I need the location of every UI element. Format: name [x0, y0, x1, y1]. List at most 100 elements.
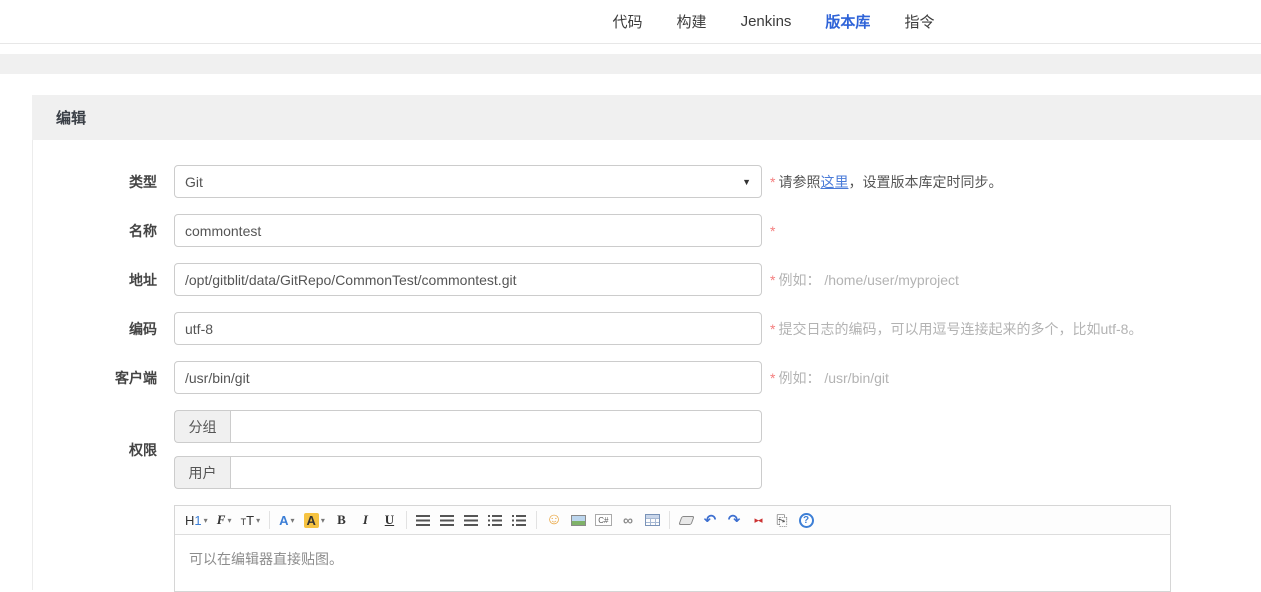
type-label: 类型	[129, 173, 157, 190]
type-hint-suffix: ，设置版本库定时同步。	[848, 173, 1003, 190]
client-label: 客户端	[115, 369, 157, 386]
form-row-permissions: 权限 分组 用户	[33, 410, 1261, 489]
toolbar-divider	[535, 511, 537, 529]
panel-title: 编辑	[56, 110, 87, 127]
toolbar-divider	[668, 511, 670, 529]
italic-button[interactable]: I	[358, 510, 373, 530]
group-input[interactable]	[230, 410, 762, 443]
heading-level: 1	[194, 512, 202, 528]
align-left-icon	[416, 514, 431, 526]
required-asterisk: *	[770, 369, 776, 386]
undo-icon: ↶	[703, 512, 717, 529]
nav-item-code[interactable]: 代码	[613, 11, 643, 32]
clipboard-icon: ⎘	[776, 511, 788, 528]
user-addon-label: 用户	[174, 456, 230, 489]
shrink-button[interactable]: ▸◂	[751, 510, 766, 530]
paste-button[interactable]: ⎘	[775, 510, 790, 530]
align-center-button[interactable]	[440, 510, 455, 530]
editor-toolbar: H 1 ▾ F ▾ TT ▾ A ▾ A ▾ B I U ☺ C# ∞ ↶ ↷ …	[175, 506, 1170, 535]
address-input[interactable]	[174, 263, 762, 296]
type-select[interactable]: Git ▼	[174, 165, 762, 198]
user-input-group: 用户	[174, 456, 762, 489]
address-label: 地址	[129, 271, 157, 288]
unordered-list-button[interactable]	[512, 510, 527, 530]
caret-down-icon: ▾	[290, 515, 295, 525]
insert-link-button[interactable]: ∞	[621, 510, 636, 530]
encoding-input[interactable]	[174, 312, 762, 345]
highlight-color-icon: A	[303, 512, 319, 528]
type-hint-link[interactable]: 这里	[820, 172, 848, 192]
align-center-icon	[440, 514, 455, 526]
text-color-button[interactable]: A ▾	[279, 510, 294, 530]
remove-format-button[interactable]	[677, 510, 695, 530]
type-hint: * 请参照 这里 ，设置版本库定时同步。	[770, 172, 1002, 192]
form-row-client: 客户端 * 例如： /usr/bin/git	[33, 361, 1261, 394]
address-hint-text: 例如： /home/user/myproject	[778, 271, 959, 288]
emoji-button[interactable]: ☺	[546, 510, 562, 530]
shrink-icon: ▸◂	[754, 514, 762, 525]
insert-image-button[interactable]	[571, 510, 587, 530]
type-hint-prefix: 请参照	[778, 173, 821, 190]
form-row-address: 地址 * 例如： /home/user/myproject	[33, 263, 1261, 296]
panel-header: 编辑	[32, 95, 1261, 140]
ordered-list-button[interactable]	[488, 510, 503, 530]
underline-button[interactable]: U	[382, 510, 397, 530]
required-asterisk: *	[770, 173, 776, 190]
group-input-group: 分组	[174, 410, 762, 443]
font-size-button[interactable]: TT ▾	[241, 510, 260, 530]
caret-down-icon: ▾	[227, 515, 232, 525]
unordered-list-icon	[512, 514, 527, 526]
heading-button[interactable]: H 1 ▾	[185, 510, 208, 530]
highlight-color-button[interactable]: A ▾	[303, 510, 325, 530]
nav-list: 代码 构建 Jenkins 版本库 指令	[613, 11, 935, 32]
help-icon: ?	[798, 512, 814, 528]
font-family-icon: F	[216, 512, 226, 527]
link-icon: ∞	[623, 512, 633, 528]
font-family-button[interactable]: F ▾	[217, 510, 232, 530]
type-select-value: Git	[185, 173, 203, 190]
caret-down-icon: ▾	[203, 515, 208, 525]
chevron-down-icon: ▼	[742, 176, 751, 187]
help-button[interactable]: ?	[798, 510, 814, 530]
redo-button[interactable]: ↷	[727, 510, 742, 530]
nav-item-jenkins[interactable]: Jenkins	[741, 13, 792, 30]
group-addon-label: 分组	[174, 410, 230, 443]
address-hint: * 例如： /home/user/myproject	[770, 270, 959, 290]
sub-header-band	[0, 54, 1261, 74]
bold-button[interactable]: B	[334, 510, 349, 530]
insert-code-button[interactable]: C#	[595, 510, 612, 530]
panel-body: 类型 Git ▼ * 请参照 这里 ，设置版本库定时同步。 名称 * 地址	[32, 140, 1261, 592]
font-size-icon: TT	[240, 512, 255, 528]
user-input[interactable]	[230, 456, 762, 489]
name-label: 名称	[129, 222, 157, 239]
toolbar-divider	[269, 511, 271, 529]
undo-button[interactable]: ↶	[703, 510, 718, 530]
name-hint: *	[770, 223, 778, 239]
encoding-hint-text: 提交日志的编码，可以用逗号连接起来的多个，比如utf-8。	[778, 320, 1143, 337]
permissions-label: 权限	[129, 441, 157, 458]
form-row-type: 类型 Git ▼ * 请参照 这里 ，设置版本库定时同步。	[33, 165, 1261, 198]
client-input[interactable]	[174, 361, 762, 394]
ordered-list-icon	[488, 514, 503, 526]
toolbar-divider	[405, 511, 407, 529]
required-asterisk: *	[770, 222, 776, 239]
nav-item-build[interactable]: 构建	[677, 11, 707, 32]
emoji-icon: ☺	[545, 511, 563, 528]
insert-table-button[interactable]	[644, 510, 660, 530]
client-hint: * 例如： /usr/bin/git	[770, 368, 889, 388]
name-input[interactable]	[174, 214, 762, 247]
table-icon	[644, 514, 660, 526]
text-color-icon: A	[279, 512, 289, 528]
nav-item-repository[interactable]: 版本库	[825, 11, 870, 32]
encoding-label: 编码	[129, 320, 157, 337]
align-right-button[interactable]	[464, 510, 479, 530]
heading-label: H	[185, 512, 195, 528]
nav-item-command[interactable]: 指令	[904, 11, 934, 32]
code-icon: C#	[595, 514, 612, 526]
eraser-icon	[677, 515, 695, 525]
editor-content[interactable]: 可以在编辑器直接贴图。	[175, 535, 1170, 591]
permissions-column: 分组 用户	[174, 410, 762, 489]
client-hint-text: 例如： /usr/bin/git	[778, 369, 889, 386]
align-left-button[interactable]	[416, 510, 431, 530]
caret-down-icon: ▾	[256, 515, 261, 525]
